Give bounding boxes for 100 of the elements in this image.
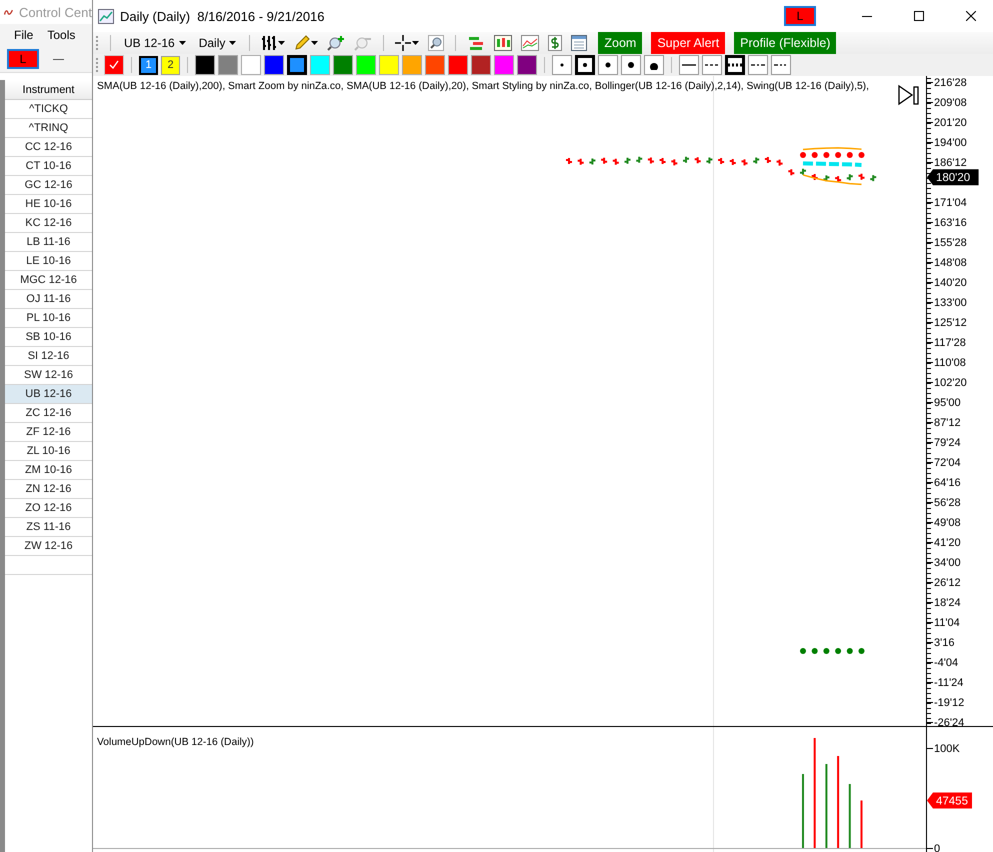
axis-label: 72'04: [934, 457, 961, 469]
axis-label: 133'00: [934, 297, 967, 309]
axis-label: 87'12: [934, 417, 961, 429]
color-swatch[interactable]: [379, 55, 399, 75]
color-swatch[interactable]: [517, 55, 537, 75]
window-title: Daily (Daily) 8/16/2016 - 9/21/2016: [120, 8, 326, 24]
dot-size-button[interactable]: [644, 55, 664, 75]
menu-item[interactable]: File: [14, 28, 34, 42]
menu-item[interactable]: Tools: [47, 28, 76, 42]
dot-size-button[interactable]: [621, 55, 641, 75]
preset-button[interactable]: 2: [161, 56, 180, 74]
maximize-icon: [914, 11, 924, 21]
color-swatch[interactable]: [333, 55, 353, 75]
zoom-in-icon: [327, 35, 346, 51]
color-swatch[interactable]: [310, 55, 330, 75]
axis-label: -19'12: [934, 697, 964, 709]
bar-type-button[interactable]: [259, 33, 288, 53]
axis-label: 41'20: [934, 537, 961, 549]
axis-label: 216'28: [934, 77, 967, 89]
color-swatch[interactable]: [218, 55, 238, 75]
caret-icon: [229, 41, 236, 45]
volume-bar: [848, 784, 851, 848]
dot-icon: [626, 60, 636, 70]
axis-label: 0: [934, 843, 940, 852]
pencil-icon: [294, 35, 310, 51]
axis-label: 125'12: [934, 317, 967, 329]
axis-label: 64'16: [934, 477, 961, 489]
line-style-icon: [751, 63, 765, 67]
line-chart-icon[interactable]: [519, 33, 542, 53]
color-swatch[interactable]: [425, 55, 445, 75]
dot-size-button[interactable]: [575, 55, 595, 75]
axis-label: 110'08: [934, 357, 966, 369]
color-swatch[interactable]: [471, 55, 491, 75]
axis-label: 148'08: [934, 257, 967, 269]
logo-icon: [4, 7, 14, 17]
axis-label: 49'08: [934, 517, 961, 529]
dot-size-button[interactable]: [552, 55, 572, 75]
interval-dropdown[interactable]: Daily: [194, 33, 240, 53]
swing-low-dots: [800, 648, 864, 654]
axis-label: 11'04: [934, 617, 960, 629]
axis-label: -4'04: [934, 657, 958, 669]
axis-label: 26'12: [934, 577, 961, 589]
line-style-icon: [682, 63, 696, 67]
instrument-dropdown[interactable]: UB 12-16: [120, 33, 190, 53]
axis-label: 186'12: [934, 157, 967, 169]
axis-label: 117'28: [934, 337, 966, 349]
line-style-icon: [774, 63, 788, 67]
chart-icon: [98, 8, 114, 24]
line-style-button[interactable]: [748, 55, 768, 75]
line-style-icon: [728, 63, 742, 67]
axis-label: 79'24: [934, 437, 961, 449]
bars-icon: [261, 35, 278, 51]
axis-label: -26'24: [934, 717, 964, 726]
axis-label: 34'00: [934, 557, 961, 569]
dollar-icon[interactable]: [546, 33, 564, 53]
properties-icon[interactable]: [569, 33, 590, 53]
check-button[interactable]: [104, 55, 124, 75]
axis-label: 95'00: [934, 397, 961, 409]
candlestick-icon[interactable]: [492, 33, 514, 53]
line-style-icon: [705, 63, 719, 67]
color-swatch[interactable]: [494, 55, 514, 75]
column-header[interactable]: Instrument: [5, 80, 92, 100]
link-button[interactable]: L: [784, 6, 816, 26]
axis-label: 56'28: [934, 497, 961, 509]
dot-icon: [580, 60, 590, 70]
search-button[interactable]: [426, 33, 446, 53]
color-swatch[interactable]: [195, 55, 215, 75]
color-swatch[interactable]: [402, 55, 422, 75]
toolbar-button[interactable]: Zoom: [598, 32, 642, 54]
last-value-marker: 47455: [927, 792, 972, 808]
color-swatch[interactable]: [241, 55, 261, 75]
instrument-row[interactable]: UB 12-16: [5, 385, 92, 404]
axis-label: 194'00: [934, 137, 967, 149]
dot-size-button[interactable]: [598, 55, 618, 75]
toolbar-button[interactable]: Profile (Flexible): [734, 32, 836, 54]
color-swatch[interactable]: [356, 55, 376, 75]
axis-label: -11'24: [934, 677, 964, 689]
axis-label: 209'08: [934, 97, 967, 109]
play-pause-icon[interactable]: [898, 84, 920, 106]
dot-icon: [603, 60, 613, 70]
axis-label: 155'28: [934, 237, 967, 249]
axis-label: 140'20: [934, 277, 967, 289]
caret-icon: [278, 41, 286, 45]
link-button[interactable]: L: [7, 49, 39, 69]
zoom-out-icon: [354, 35, 372, 51]
color-swatch[interactable]: [448, 55, 468, 75]
crosshair-button[interactable]: [393, 33, 422, 53]
line-style-button[interactable]: [679, 55, 699, 75]
caret-icon: [178, 41, 186, 45]
axis-label: 102'20: [934, 377, 967, 389]
color-swatch[interactable]: [264, 55, 284, 75]
indicator-legend: VolumeUpDown(UB 12-16 (Daily)): [97, 737, 254, 748]
color-swatch[interactable]: [287, 55, 307, 75]
line-style-button[interactable]: [725, 55, 745, 75]
toolbar-button[interactable]: Super Alert: [651, 32, 726, 54]
line-style-button[interactable]: [702, 55, 722, 75]
axis-label: 163'16: [934, 217, 967, 229]
minimize-icon[interactable]: [53, 58, 64, 60]
indicator-legend: SMA(UB 12-16 (Daily),200), Smart Zoom by ninZa.co, SMA(UB 12-16 (Daily),20), Smart Styling by ninZa.co, Bollinger(UB 12-16 (Daily),2,14), Swing(UB 12-16 (Daily),5),: [97, 81, 869, 92]
crosshair-icon: [395, 35, 412, 51]
